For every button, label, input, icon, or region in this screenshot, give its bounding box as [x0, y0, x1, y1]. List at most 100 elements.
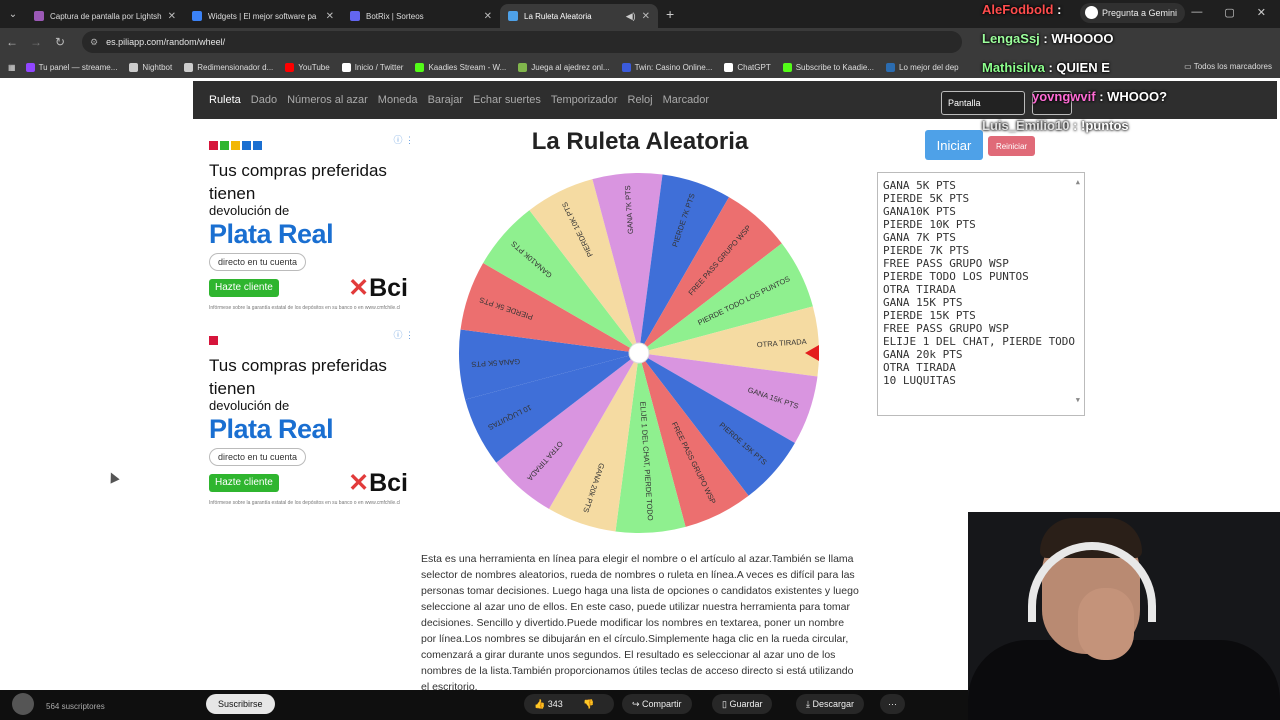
bookmark-item[interactable]: Inicio / Twitter [341, 62, 403, 72]
chat-username: LengaSsj [982, 31, 1040, 46]
bookmark-label: Twin: Casino Online... [634, 62, 713, 72]
download-button[interactable]: ⤓ Descargar [796, 694, 864, 714]
bookmark-item[interactable]: Tu panel — streame... [25, 62, 118, 72]
chat-separator: : [1039, 31, 1052, 46]
channel-avatar[interactable] [12, 693, 34, 715]
bookmark-item[interactable]: ChatGPT [724, 62, 771, 72]
ad-banner[interactable]: ⓘ ⋮ Tus compras preferidas tienen devoluci… [200, 328, 416, 508]
site-nav-link[interactable]: Temporizador [551, 94, 618, 106]
site-info-icon[interactable]: ⚙ [90, 37, 98, 48]
download-label: Descargar [812, 699, 854, 709]
entry-line: 10 LUQUITAS [883, 374, 956, 387]
ad-banner[interactable]: ⓘ ⋮ Tus compras preferidas tienen devoluci… [200, 133, 416, 313]
chat-separator: : [1044, 60, 1057, 75]
site-nav-link[interactable]: Marcador [663, 94, 709, 106]
site-nav-link[interactable]: Barajar [428, 94, 463, 106]
url-text: es.piliapp.com/random/wheel/ [106, 37, 226, 47]
bookmark-label: Kaadies Stream - W... [428, 62, 507, 72]
bookmark-item[interactable]: Juega al ajedrez onl... [518, 62, 610, 72]
wheel-svg[interactable]: GANA 5K PTSPIERDE 5K PTSGANA10K PTSPIERD… [458, 172, 820, 534]
bci-logo: ✕Bci [348, 273, 408, 303]
bookmark-item[interactable]: Lo mejor del dep [886, 62, 959, 72]
bookmark-label: Tu panel — streame... [38, 62, 118, 72]
tab-title: Widgets | El mejor software pa [208, 11, 317, 21]
more-actions-button[interactable]: ··· [880, 694, 905, 714]
ad-info-icon[interactable]: ⓘ ⋮ [393, 328, 414, 341]
ad-logo-shapes [209, 336, 218, 345]
bookmark-item[interactable]: Kaadies Stream - W... [415, 62, 507, 72]
apps-icon[interactable]: ▦ [8, 63, 16, 72]
bookmark-favicon-icon [285, 62, 295, 72]
start-button[interactable]: Iniciar [925, 130, 983, 160]
bookmark-item[interactable]: Redimensionador d... [184, 62, 273, 72]
tab-title: La Ruleta Aleatoria [524, 11, 592, 21]
browser-tab[interactable]: Widgets | El mejor software pa ✕ [184, 4, 342, 28]
tab-search-icon[interactable]: ⌄ [0, 0, 26, 28]
ad-cta-button[interactable]: Hazte cliente [209, 474, 279, 492]
tab-favicon-icon [508, 11, 518, 21]
ad-logo-shapes [209, 141, 262, 150]
site-nav-link[interactable]: Echar suertes [473, 94, 541, 106]
close-window-icon[interactable]: ✕ [1257, 6, 1266, 19]
save-label: Guardar [729, 699, 763, 709]
back-icon[interactable]: ← [0, 35, 24, 49]
browser-tab[interactable]: La Ruleta Aleatoria ◀) ✕ [500, 4, 658, 28]
reset-button[interactable]: Reiniciar [988, 136, 1035, 156]
url-field[interactable]: ⚙ es.piliapp.com/random/wheel/ [82, 31, 962, 53]
close-tab-icon[interactable]: ✕ [168, 11, 176, 22]
subscribe-button[interactable]: Suscribirse [206, 694, 275, 714]
maximize-icon[interactable]: ▢ [1224, 6, 1234, 19]
bookmark-item[interactable]: Nightbot [129, 62, 173, 72]
chat-separator: : [1095, 89, 1108, 104]
gemini-label: Pregunta a Gemini [1102, 8, 1178, 18]
chat-message: Mathisilva : QUIEN E [982, 60, 1110, 75]
share-button[interactable]: ↪ Compartir [622, 694, 692, 714]
ad-cta-button[interactable]: Hazte cliente [209, 279, 279, 297]
scroll-up-icon[interactable]: ▲ [1076, 176, 1080, 189]
tab-audio-icon[interactable]: ◀) [626, 11, 636, 22]
entry-line: OTRA TIRADA [883, 361, 956, 374]
bookmark-label: Nightbot [142, 62, 173, 72]
browser-tab[interactable]: BotRix | Sorteos ✕ [342, 4, 500, 28]
bookmark-item[interactable]: YouTube [285, 62, 330, 72]
entry-line: GANA 7K PTS [883, 231, 956, 244]
close-tab-icon[interactable]: ✕ [642, 11, 650, 22]
roulette-wheel[interactable]: GANA 5K PTS PIERDE 5K PTS GANA10K PTS PIERD… [458, 172, 820, 534]
site-nav-link[interactable]: Moneda [378, 94, 418, 106]
forward-icon[interactable]: → [24, 35, 48, 49]
ad-subline: devolución de [209, 203, 290, 218]
entry-line: GANA 5K PTS [883, 179, 956, 192]
close-tab-icon[interactable]: ✕ [326, 11, 334, 22]
entry-line: ELIJE 1 DEL CHAT, PIERDE TODO [883, 335, 1076, 348]
bookmark-item[interactable]: Twin: Casino Online... [621, 62, 713, 72]
ad-info-icon[interactable]: ⓘ ⋮ [393, 133, 414, 146]
bookmark-favicon-icon [129, 62, 139, 72]
reload-icon[interactable]: ↻ [48, 35, 72, 49]
like-count: 343 [547, 699, 563, 709]
scroll-down-icon[interactable]: ▼ [1076, 394, 1080, 407]
bookmark-favicon-icon [621, 62, 631, 72]
like-icon[interactable]: 👍 [534, 699, 548, 709]
fullscreen-button[interactable]: Pantalla [941, 91, 1025, 115]
site-nav-link[interactable]: Dado [251, 94, 277, 106]
entry-line: PIERDE 5K PTS [883, 192, 970, 205]
entry-line: OTRA TIRADA [883, 283, 956, 296]
like-dislike-group[interactable]: 👍 343 👎 [524, 694, 614, 714]
bookmark-favicon-icon [782, 62, 792, 72]
webcam-feed [968, 512, 1280, 720]
dislike-icon[interactable]: 👎 [583, 699, 594, 709]
new-tab-icon[interactable]: + [666, 6, 674, 22]
minimize-icon[interactable]: — [1191, 6, 1202, 19]
site-nav-link[interactable]: Números al azar [287, 94, 368, 106]
save-button[interactable]: ▯ Guardar [712, 694, 773, 714]
site-nav-link[interactable]: Ruleta [209, 94, 241, 106]
ad-pill: directo en tu cuenta [209, 448, 307, 466]
close-tab-icon[interactable]: ✕ [484, 11, 492, 22]
chat-username: AleFodbold [982, 2, 1054, 17]
site-nav-link[interactable]: Reloj [628, 94, 653, 106]
all-bookmarks-link[interactable]: ▭ Todos los marcadores [1184, 62, 1272, 71]
browser-tab[interactable]: Captura de pantalla por Lightsh ✕ [26, 4, 184, 28]
ad-subline: devolución de [209, 398, 290, 413]
bookmark-item[interactable]: Subscribe to Kaadie... [782, 62, 874, 72]
entries-textarea[interactable]: GANA 5K PTS PIERDE 5K PTS GANA10K PTS PIERD… [877, 172, 1085, 416]
